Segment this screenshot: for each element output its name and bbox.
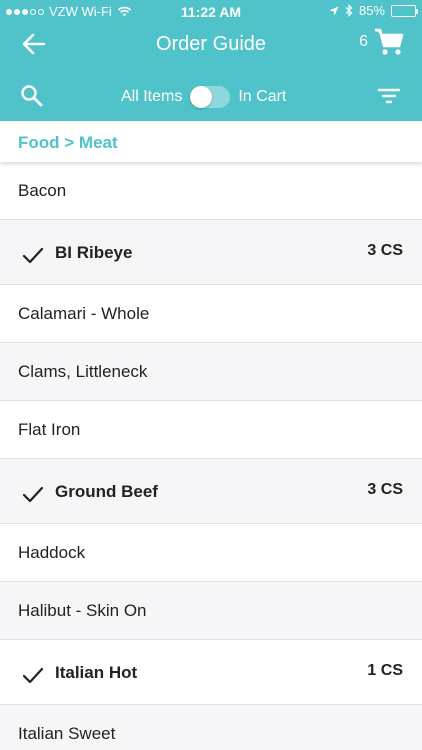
- cart-count: 6: [359, 33, 368, 50]
- list-item[interactable]: Clams, Littleneck: [0, 343, 422, 401]
- item-name: Halibut - Skin On: [18, 601, 147, 620]
- item-quantity: 3 CS: [367, 481, 403, 498]
- list-item[interactable]: Bacon: [0, 162, 422, 220]
- item-name: Clams, Littleneck: [18, 362, 148, 381]
- app-header: VZW Wi-Fi 11:22 AM 85% Order Guide 6 All…: [0, 0, 422, 121]
- checkmark-icon: [22, 247, 44, 264]
- status-right: 85%: [329, 3, 418, 18]
- item-name: Bacon: [18, 181, 67, 200]
- list-item[interactable]: Haddock: [0, 524, 422, 582]
- status-bar: VZW Wi-Fi 11:22 AM 85%: [0, 0, 422, 24]
- search-button[interactable]: [20, 84, 44, 108]
- list-item[interactable]: BI Ribeye 3 CS: [0, 220, 422, 285]
- cart-button[interactable]: 6: [359, 28, 404, 56]
- breadcrumb[interactable]: Food > Meat: [0, 121, 422, 162]
- item-name: Ground Beef: [55, 482, 158, 501]
- all-items-label: All Items: [121, 88, 183, 105]
- nav-bar: Order Guide 6: [0, 24, 422, 64]
- checkmark-icon: [22, 486, 44, 503]
- list-item[interactable]: Calamari - Whole: [0, 285, 422, 343]
- filter-icon: [377, 88, 401, 104]
- item-name: Calamari - Whole: [18, 304, 150, 323]
- item-name: Haddock: [18, 543, 86, 562]
- list-item[interactable]: Italian Sweet: [0, 705, 422, 750]
- item-name: BI Ribeye: [55, 243, 133, 262]
- filter-toolbar: All Items In Cart: [0, 72, 422, 121]
- item-name: Flat Iron: [18, 420, 81, 439]
- location-arrow-icon: [329, 6, 339, 15]
- filter-button[interactable]: [377, 86, 401, 106]
- list-item[interactable]: Ground Beef 3 CS: [0, 459, 422, 524]
- bluetooth-icon: [345, 4, 353, 17]
- list-item[interactable]: Italian Hot 1 CS: [0, 640, 422, 705]
- search-icon: [21, 85, 43, 107]
- item-quantity: 3 CS: [367, 242, 403, 259]
- item-list: Bacon BI Ribeye 3 CS Calamari - Whole Clams,…: [0, 162, 422, 750]
- item-name: Italian Hot: [55, 663, 138, 682]
- item-name: Italian Sweet: [18, 724, 116, 743]
- switch-knob: [190, 86, 213, 108]
- item-quantity: 1 CS: [367, 662, 403, 679]
- battery-icon: [391, 4, 418, 17]
- in-cart-switch[interactable]: [190, 86, 231, 108]
- battery-percent: 85%: [358, 3, 385, 18]
- list-item[interactable]: Flat Iron: [0, 401, 422, 459]
- cart-icon: [375, 28, 404, 55]
- list-item[interactable]: Halibut - Skin On: [0, 582, 422, 640]
- checkmark-icon: [22, 667, 44, 684]
- cart-filter-toggle: All Items In Cart: [121, 86, 286, 108]
- in-cart-label: In Cart: [238, 88, 287, 105]
